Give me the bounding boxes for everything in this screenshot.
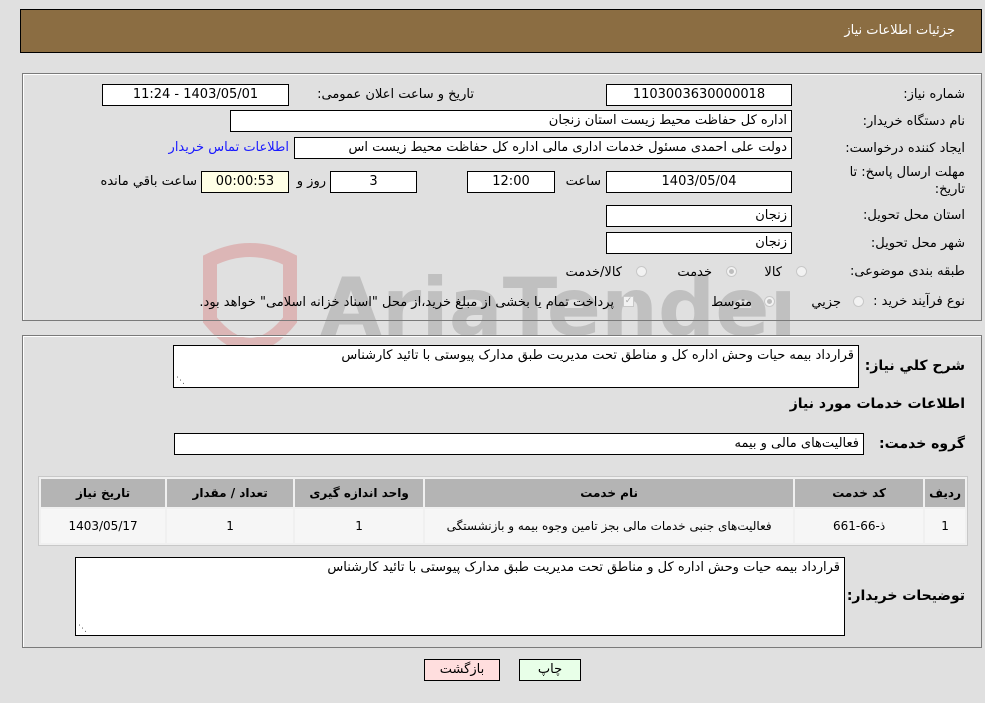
cell-unit: 1 — [295, 509, 424, 543]
cell-service-name: فعالیت‌های جنبی خدمات مالی بجز تامین وجو… — [425, 509, 794, 543]
need-number-label: شماره نیاز: — [903, 87, 965, 102]
category-option-goods-service: کالا/خدمت — [565, 265, 622, 280]
announce-datetime-field: 1403/05/01 - 11:24 — [102, 84, 289, 106]
deadline-time-field: 12:00 — [467, 171, 555, 193]
remaining-label: ساعت باقي مانده — [100, 174, 197, 189]
city-label: شهر محل تحویل: — [870, 236, 965, 251]
summary-text: قرارداد بیمه حیات وحش اداره کل و مناطق ت… — [341, 348, 854, 363]
category-option-service: خدمت — [677, 265, 712, 280]
category-option-goods: کالا — [764, 265, 782, 280]
remaining-days-field: 3 — [330, 171, 417, 193]
cell-need-date: 1403/05/17 — [41, 509, 166, 543]
requester-field: دولت علی احمدی مسئول خدمات اداری مالی اد… — [294, 137, 792, 159]
cell-quantity: 1 — [167, 509, 294, 543]
col-unit: واحد اندازه گیری — [295, 479, 424, 507]
cell-service-code: ذ-66-661 — [795, 509, 924, 543]
category-label: طبقه بندی موضوعی: — [849, 264, 965, 279]
announce-datetime-label: تاریخ و ساعت اعلان عمومی: — [317, 87, 474, 102]
need-details-panel: شماره نیاز: 1103003630000018 تاریخ و ساع… — [22, 73, 982, 321]
province-label: استان محل تحویل: — [863, 208, 965, 223]
col-service-code: کد خدمت — [795, 479, 924, 507]
resize-grip-icon[interactable]: ⋰ — [176, 376, 185, 386]
purchase-radio-medium[interactable] — [764, 296, 775, 307]
service-group-label: گروه خدمت: — [879, 436, 965, 452]
category-radio-service[interactable] — [726, 266, 737, 277]
purchase-type-label: نوع فرآیند خرید : — [873, 294, 965, 309]
category-radio-goods-service[interactable] — [636, 266, 647, 277]
purchase-option-minor: جزيي — [811, 295, 841, 310]
need-number-field: 1103003630000018 — [606, 84, 792, 106]
back-button[interactable]: بازگشت — [424, 659, 500, 681]
deadline-date-field: 1403/05/04 — [606, 171, 792, 193]
col-need-date: تاريخ نياز — [41, 479, 166, 507]
services-heading: اطلاعات خدمات مورد نياز — [789, 396, 965, 412]
days-label: روز و — [296, 174, 326, 189]
deadline-label: مهلت ارسال پاسخ: تا تاریخ: — [849, 165, 965, 197]
treasury-note: پرداخت تمام یا بخشی از مبلغ خرید،از محل … — [199, 295, 614, 310]
col-service-name: نام خدمت — [425, 479, 794, 507]
buyer-contact-link[interactable]: اطلاعات تماس خریدار — [169, 140, 289, 155]
buyer-notes-textarea[interactable]: قرارداد بیمه حیات وحش اداره کل و مناطق ت… — [75, 557, 845, 636]
buyer-org-label: نام دستگاه خریدار: — [862, 114, 965, 129]
purchase-option-medium: متوسط — [711, 295, 752, 310]
buyer-notes-label: توضیحات خریدار: — [846, 588, 965, 604]
services-table: رديف کد خدمت نام خدمت واحد اندازه گیری ت… — [38, 476, 968, 546]
table-row: 1 ذ-66-661 فعالیت‌های جنبی خدمات مالی بج… — [41, 509, 965, 543]
print-button[interactable]: چاپ — [519, 659, 581, 681]
requester-label: ایجاد کننده درخواست: — [845, 141, 965, 156]
category-radio-goods[interactable] — [796, 266, 807, 277]
col-quantity: تعداد / مقدار — [167, 479, 294, 507]
resize-grip-icon[interactable]: ⋰ — [78, 624, 87, 634]
buyer-notes-text: قرارداد بیمه حیات وحش اداره کل و مناطق ت… — [327, 560, 840, 575]
city-field: زنجان — [606, 232, 792, 254]
deadline-time-label: ساعت — [565, 174, 601, 189]
col-row-number: رديف — [925, 479, 965, 507]
province-field: زنجان — [606, 205, 792, 227]
treasury-checkbox[interactable]: ✓ — [623, 296, 634, 307]
cell-row-number: 1 — [925, 509, 965, 543]
summary-label: شرح کلي نياز: — [864, 358, 965, 374]
buyer-org-field: اداره کل حفاظت محیط زیست استان زنجان — [230, 110, 792, 132]
table-header-row: رديف کد خدمت نام خدمت واحد اندازه گیری ت… — [41, 479, 965, 507]
summary-textarea[interactable]: قرارداد بیمه حیات وحش اداره کل و مناطق ت… — [173, 345, 859, 388]
service-group-field: فعالیت‌های مالی و بیمه — [174, 433, 864, 455]
remaining-time-field: 00:00:53 — [201, 171, 289, 193]
purchase-radio-minor[interactable] — [853, 296, 864, 307]
page-title: جزئیات اطلاعات نیاز — [844, 23, 955, 38]
page-header: جزئیات اطلاعات نیاز — [20, 9, 982, 53]
